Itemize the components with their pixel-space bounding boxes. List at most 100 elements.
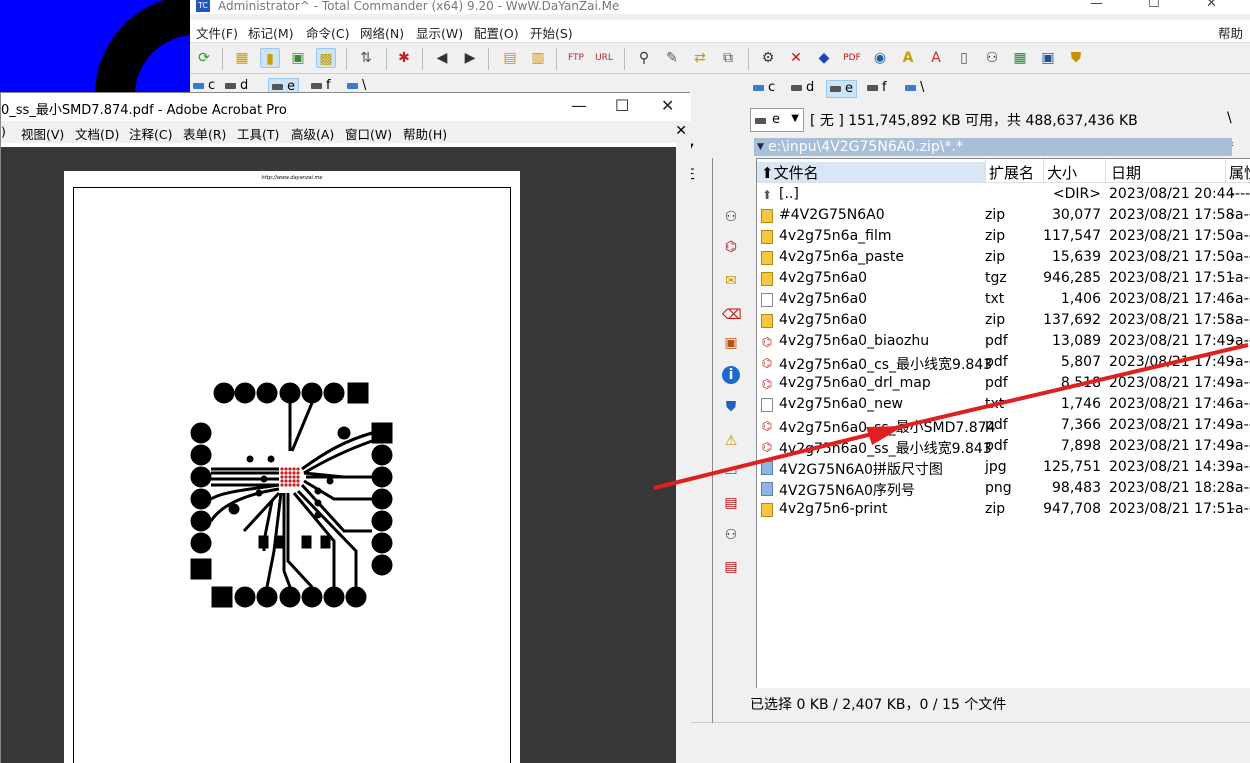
menu-net[interactable]: 网络(N) (360, 23, 404, 42)
menu-file[interactable]: 文件(F) (196, 23, 238, 42)
drive-d-right[interactable]: d (788, 80, 817, 98)
col-header-ext[interactable]: 扩展名 (989, 162, 1034, 182)
menu-show[interactable]: 显示(W) (416, 23, 463, 42)
info-icon[interactable]: i (722, 366, 740, 384)
thumbnail-view-icon[interactable]: ▣ (288, 48, 308, 68)
table-row[interactable]: ⌬ 4v2g75n6a0_ss_最小SMD7.874 pdf 7,366 2023/08… (757, 416, 1250, 437)
col-header-attr[interactable]: 属性 (1229, 162, 1250, 182)
compare-icon[interactable]: ⧉ (718, 48, 738, 68)
table-row[interactable]: 4V2G75N6A0拼版尺寸图 jpg 125,751 2023/08/21 14:3… (757, 458, 1250, 479)
close-button[interactable]: ✕ (661, 96, 674, 115)
table-row[interactable]: #4V2G75N6A0 zip 30,077 2023/08/21 17:58-a-- (757, 206, 1250, 227)
file-list-panel[interactable]: ⬆文件名 扩展名 大小 日期 属性 ⬆ [..] <DIR> 2023/08/21 2… (756, 158, 1250, 688)
root-dir-button[interactable]: \ (1227, 110, 1232, 126)
parent-dir-icon: ⬆ (761, 188, 773, 202)
ftp-icon[interactable]: FTP (566, 48, 586, 68)
delete-icon[interactable]: ✕ (786, 48, 806, 68)
document-icon[interactable]: ▯ (954, 48, 974, 68)
shield-icon[interactable]: ⛊ (1066, 48, 1086, 68)
menu-edit-fragment[interactable]: ) (1, 124, 6, 139)
drive-combo[interactable]: e ▼ (750, 108, 804, 132)
menu-forms[interactable]: 表单(R) (183, 124, 226, 143)
menu-window[interactable]: 窗口(W) (345, 124, 392, 143)
unpack-icon[interactable]: ▥ (528, 48, 548, 68)
col-header-name[interactable]: ⬆文件名 (757, 162, 985, 182)
network-icon[interactable]: ⚇ (982, 48, 1002, 68)
warning-icon[interactable]: ⚠ (722, 432, 740, 450)
network-icon[interactable]: ⚇ (722, 208, 740, 226)
current-path-bar[interactable]: ▼ e:\inpu\4V2G75N6A0.zip\*.* (754, 138, 1232, 156)
document-close-icon[interactable]: ✕ (675, 123, 687, 139)
menu-advanced[interactable]: 高级(A) (291, 124, 334, 143)
drive-e-right[interactable]: e (826, 80, 857, 98)
menu-document[interactable]: 文档(D) (75, 124, 119, 143)
table-row[interactable]: 4v2g75n6a0 txt 1,406 2023/08/21 17:46-a-- (757, 290, 1250, 311)
col-header-date[interactable]: 日期 (1111, 162, 1141, 182)
url-icon[interactable]: URL (594, 48, 614, 68)
menu-config[interactable]: 配置(O) (474, 23, 519, 42)
docs-icon[interactable]: ▤ (722, 494, 740, 512)
mail-icon[interactable]: ✉ (722, 272, 740, 290)
text-a-icon[interactable]: A (926, 48, 946, 68)
excel-icon[interactable]: ▦ (1010, 48, 1030, 68)
multi-rename-icon[interactable]: ✎ (662, 48, 682, 68)
plugin-icon[interactable]: ⚙ (758, 48, 778, 68)
menu-help[interactable]: 帮助 (1218, 23, 1243, 42)
maximize-button[interactable]: ☐ (1148, 0, 1160, 10)
col-header-size[interactable]: 大小 (1047, 162, 1077, 182)
table-row[interactable]: 4V2G75N6A0序列号 png 98,483 2023/08/21 18:28 -a… (757, 479, 1250, 500)
maximize-button[interactable]: ☐ (615, 96, 629, 115)
menu-comments[interactable]: 注释(C) (129, 124, 172, 143)
find-icon[interactable]: ⚲ (634, 48, 654, 68)
image-icon[interactable]: ▣ (722, 334, 740, 352)
pdf-icon[interactable]: ⌬ (722, 238, 740, 256)
table-row[interactable]: 4v2g75n6-print zip 947,708 2023/08/21 17:51… (757, 500, 1250, 521)
table-row[interactable]: 4v2g75n6a0 tgz 946,285 2023/08/21 17:51-a-- (757, 269, 1250, 290)
brief-view-icon[interactable]: ▦ (232, 48, 252, 68)
tree-view-icon[interactable]: ▩ (316, 48, 336, 68)
menu-view[interactable]: 视图(V) (21, 124, 64, 143)
vertical-scrollbar[interactable] (676, 143, 691, 763)
globe-icon[interactable]: ◉ (870, 48, 890, 68)
minimize-button[interactable]: — (571, 96, 587, 115)
forward-icon[interactable]: ▶ (460, 48, 480, 68)
back-icon[interactable]: ◀ (432, 48, 452, 68)
menu-mark[interactable]: 标记(M) (248, 23, 294, 42)
table-row[interactable]: ⌬ 4v2g75n6a0_cs_最小线宽9.843 pdf 5,807 2023/08/… (757, 353, 1250, 374)
settings-icon[interactable]: ▣ (1038, 48, 1058, 68)
sync-dirs-icon[interactable]: ⇄ (690, 48, 710, 68)
file-ext: tgz (985, 270, 1007, 286)
table-row[interactable]: ⬆ [..] <DIR> 2023/08/21 20:44 ---- (757, 185, 1250, 206)
refresh-icon[interactable]: ⟳ (194, 48, 214, 68)
table-row[interactable]: ⌬ 4v2g75n6a0_biaozhu pdf 13,089 2023/08/21 1… (757, 332, 1250, 353)
menu-commands[interactable]: 命令(C) (306, 23, 349, 42)
table-row[interactable]: 4v2g75n6a_film zip 117,547 2023/08/21 17:50… (757, 227, 1250, 248)
window-icon[interactable]: ▭ (722, 462, 740, 480)
file-size: 13,089 (1052, 333, 1101, 349)
menu-tools[interactable]: 工具(T) (237, 124, 279, 143)
table-row[interactable]: 4v2g75n6a_paste zip 15,639 2023/08/21 17:50… (757, 248, 1250, 269)
invert-selection-icon[interactable]: ⇅ (356, 48, 376, 68)
select-files-icon[interactable]: ✱ (394, 48, 414, 68)
drive-c-right[interactable]: c (750, 80, 778, 98)
security-shield-icon[interactable]: ⛊ (722, 398, 740, 416)
table-row[interactable]: 4v2g75n6a0 zip 137,692 2023/08/21 17:58-a-- (757, 311, 1250, 332)
table-row[interactable]: ⌬ 4v2g75n6a0_drl_map pdf 8,518 2023/08/21 17… (757, 374, 1250, 395)
delete-file-icon[interactable]: ⌫ (722, 306, 742, 324)
user-icon[interactable]: ⚇ (722, 526, 740, 544)
report-icon[interactable]: ▤ (722, 558, 740, 576)
full-view-icon[interactable]: ▮ (260, 48, 280, 68)
font-icon[interactable]: A (898, 48, 918, 68)
pdf-icon[interactable]: PDF (842, 48, 862, 68)
drive-network-right[interactable]: \ (902, 80, 927, 98)
drive-f-right[interactable]: f (864, 80, 890, 98)
close-button[interactable]: ✕ (1206, 0, 1217, 10)
table-row[interactable]: ⌬ 4v2g75n6a0_ss_最小线宽9.843 pdf 7,898 2023/08/… (757, 437, 1250, 458)
table-row[interactable]: 4v2g75n6a0_new txt 1,746 2023/08/21 17:46 -a… (757, 395, 1250, 416)
pack-icon[interactable]: ▤ (500, 48, 520, 68)
cube-icon[interactable]: ◆ (814, 48, 834, 68)
menu-help[interactable]: 帮助(H) (403, 124, 447, 143)
menu-start[interactable]: 开始(S) (530, 23, 573, 42)
minimize-button[interactable]: — (1090, 0, 1103, 10)
document-viewport[interactable]: http://www.dayanzai.me (1, 147, 676, 763)
